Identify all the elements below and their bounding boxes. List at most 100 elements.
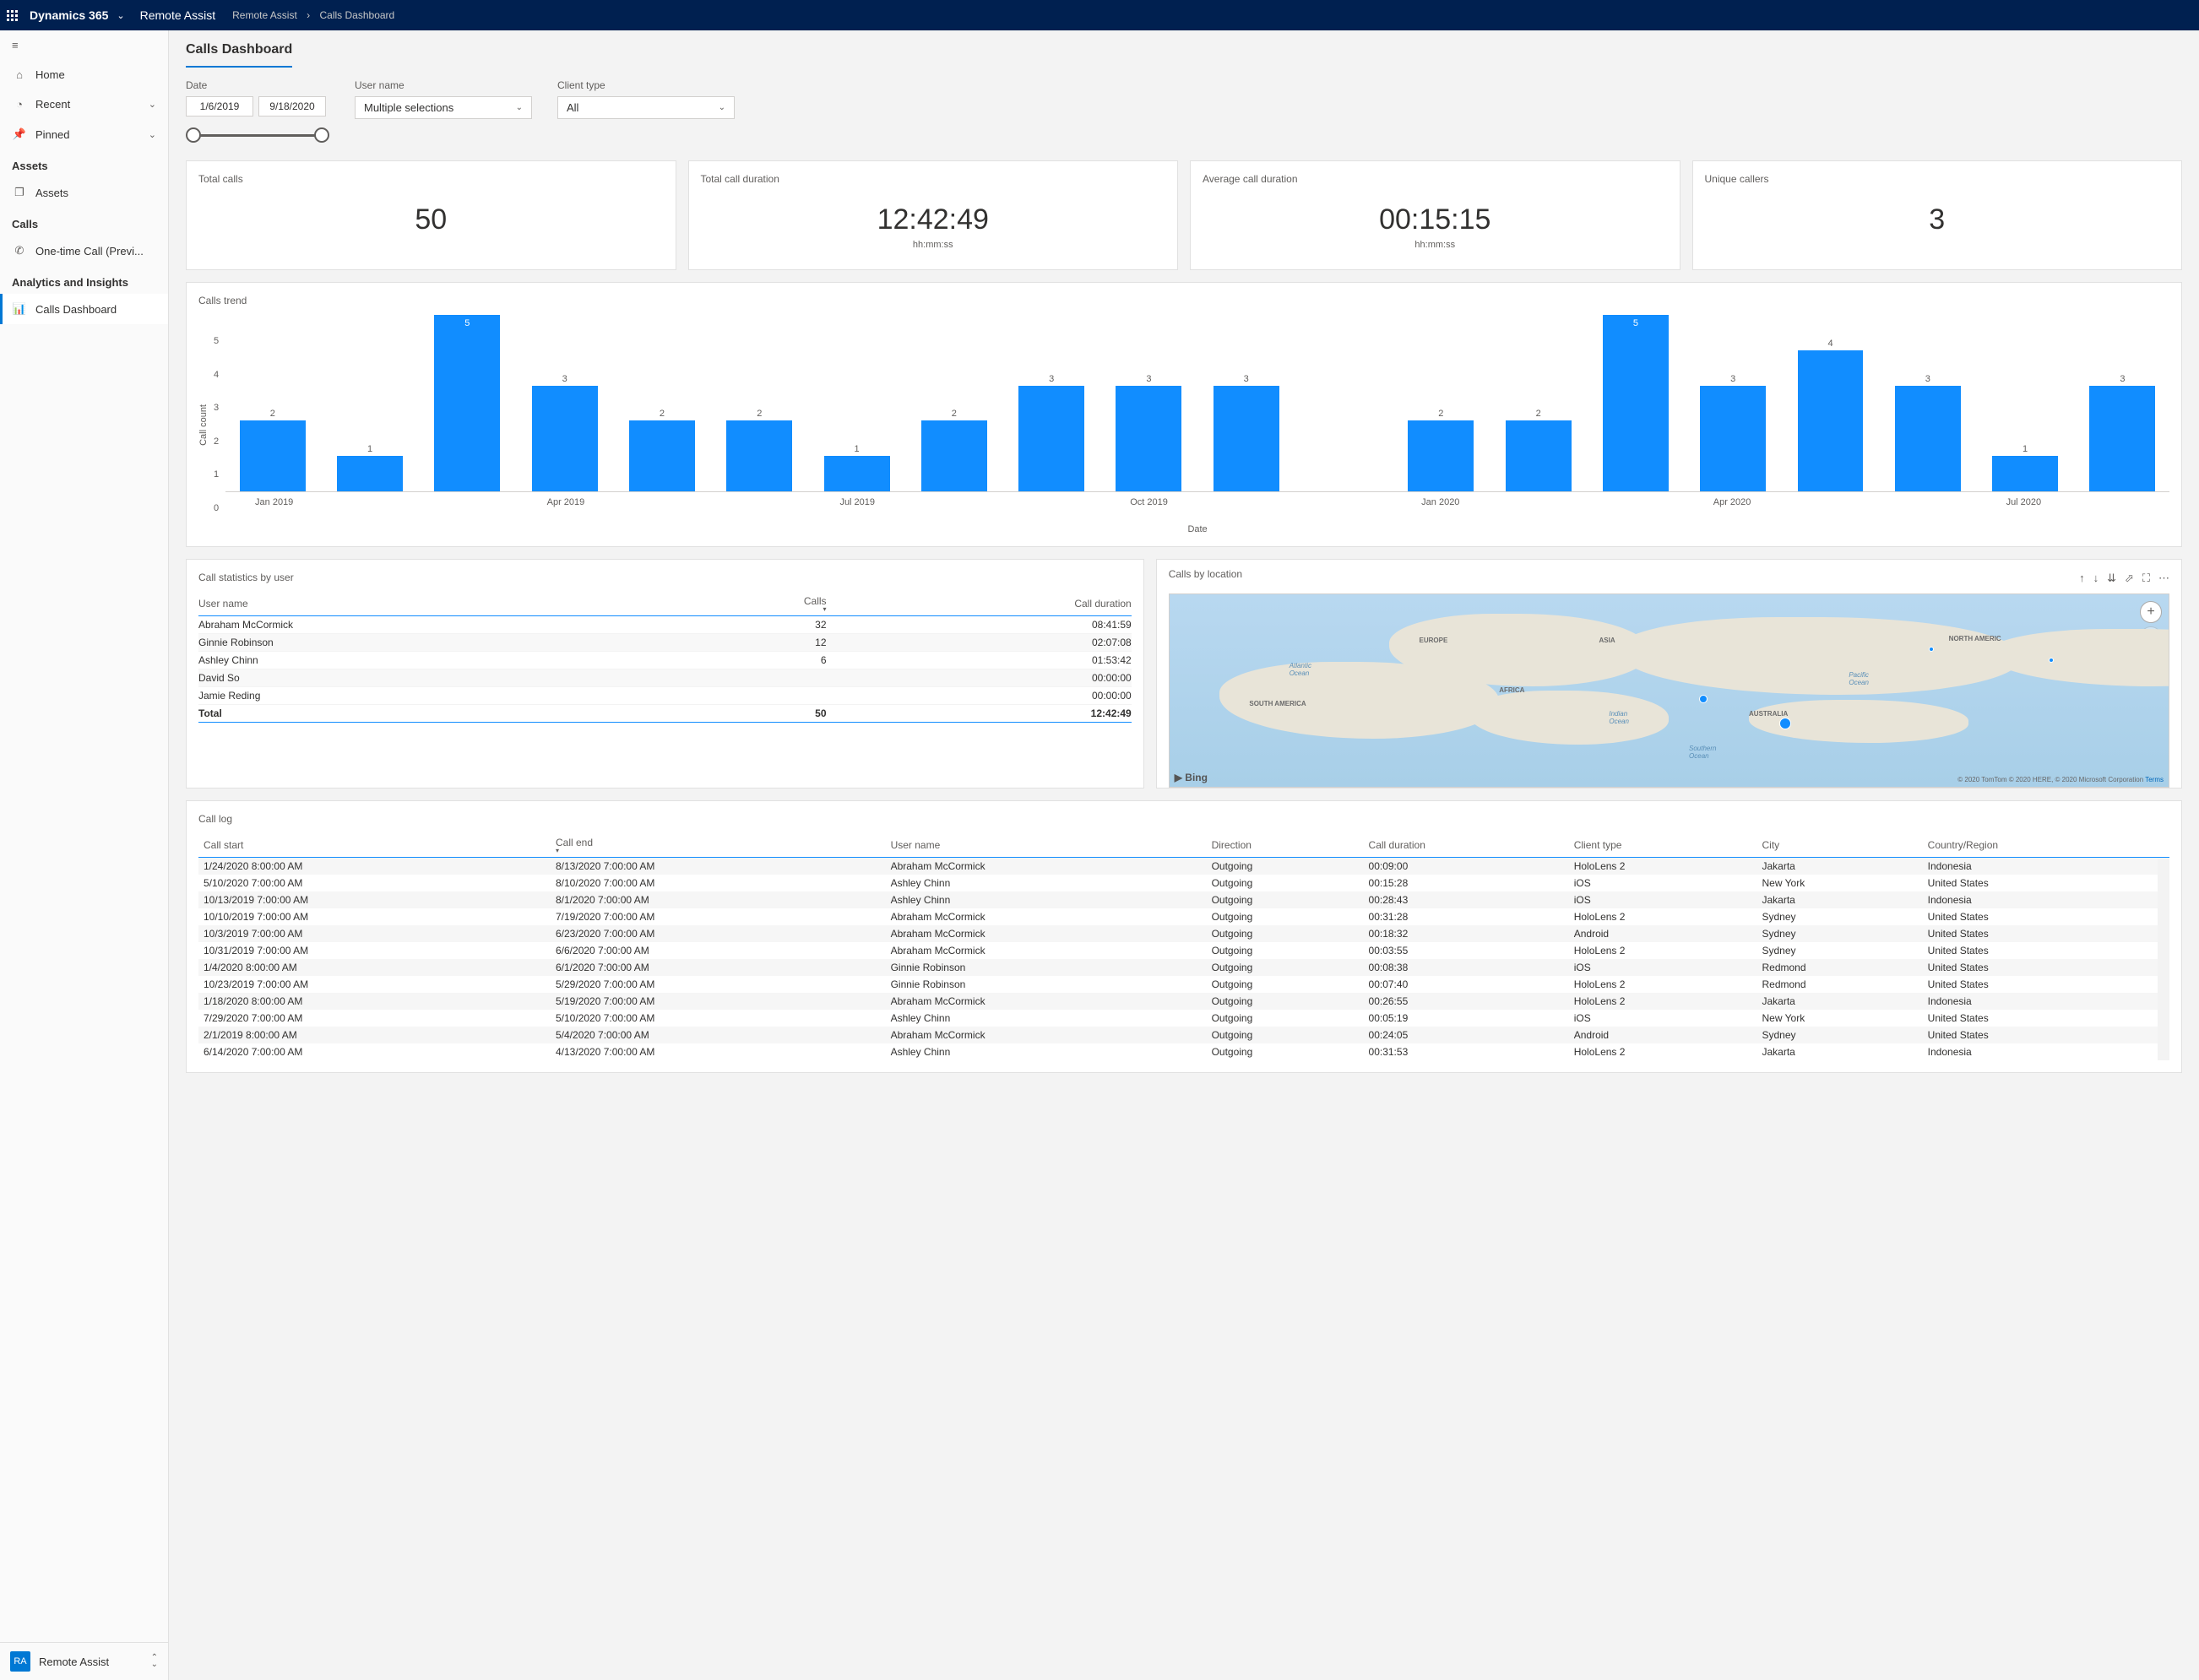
- brand-caret-icon[interactable]: ⌄: [117, 10, 124, 21]
- slider-handle-to[interactable]: [314, 127, 329, 143]
- breadcrumb-sep-icon: ›: [307, 9, 310, 21]
- log-row[interactable]: 10/23/2019 7:00:00 AM5/29/2020 7:00:00 A…: [198, 976, 2169, 993]
- chart-bar[interactable]: 1: [1978, 315, 2071, 491]
- hamburger-icon[interactable]: ≡: [0, 30, 168, 60]
- nav-pinned[interactable]: 📌 Pinned ⌄: [0, 119, 168, 149]
- breadcrumb-page[interactable]: Calls Dashboard: [320, 9, 395, 21]
- map-terms-link[interactable]: Terms: [2145, 776, 2164, 783]
- chevron-down-icon: ⌄: [719, 103, 725, 112]
- stats-table[interactable]: User name Calls▾ Call duration Abraham M…: [198, 592, 1132, 723]
- log-row[interactable]: 7/29/2020 7:00:00 AM5/10/2020 7:00:00 AM…: [198, 1010, 2169, 1027]
- clienttype-filter-label: Client type: [557, 79, 735, 91]
- chart-bar[interactable]: [1296, 315, 1390, 491]
- date-to-input[interactable]: 9/18/2020: [258, 96, 326, 117]
- map-visual[interactable]: + − ▶ Bing © 2020 TomTom © 2020 HERE, © …: [1169, 593, 2169, 788]
- chart-bar[interactable]: 3: [1686, 315, 1780, 491]
- kpi-title: Total calls: [198, 173, 664, 185]
- log-row[interactable]: 10/13/2019 7:00:00 AM8/1/2020 7:00:00 AM…: [198, 891, 2169, 908]
- log-row[interactable]: 10/3/2019 7:00:00 AM6/23/2020 7:00:00 AM…: [198, 925, 2169, 942]
- nav-home[interactable]: ⌂ Home: [0, 60, 168, 89]
- slider-handle-from[interactable]: [186, 127, 201, 143]
- map-toolbar: ↑ ↓ ⇊ ⬀ ⛶ ⋯: [2079, 572, 2169, 585]
- chart-bar[interactable]: 2: [713, 315, 806, 491]
- log-col[interactable]: Direction: [1207, 833, 1364, 858]
- kpi-subtitle: hh:mm:ss: [701, 240, 1166, 250]
- focus-mode-icon[interactable]: ⛶: [2142, 572, 2150, 585]
- chart-bar[interactable]: 5: [421, 315, 514, 491]
- drill-down-icon[interactable]: ↓: [2093, 572, 2099, 585]
- kpi-card[interactable]: Total calls 50: [186, 160, 676, 270]
- stats-row[interactable]: Ashley Chinn601:53:42: [198, 652, 1132, 669]
- chart-bar[interactable]: 1: [323, 315, 416, 491]
- kpi-card[interactable]: Average call duration 00:15:15 hh:mm:ss: [1190, 160, 1680, 270]
- breadcrumb-root[interactable]: Remote Assist: [232, 9, 297, 21]
- brand-label[interactable]: Dynamics 365: [30, 8, 108, 22]
- waffle-icon[interactable]: [7, 10, 18, 21]
- chart-bar[interactable]: 2: [1491, 315, 1585, 491]
- more-icon[interactable]: ⋯: [2158, 572, 2169, 585]
- stats-col-user[interactable]: User name: [198, 592, 706, 616]
- log-row[interactable]: 5/10/2020 7:00:00 AM8/10/2020 7:00:00 AM…: [198, 875, 2169, 891]
- stats-row[interactable]: Abraham McCormick3208:41:59: [198, 616, 1132, 634]
- kpi-card[interactable]: Unique callers 3: [1692, 160, 2183, 270]
- clienttype-dropdown[interactable]: All ⌄: [557, 96, 735, 119]
- log-col[interactable]: Call duration: [1364, 833, 1569, 858]
- chart-bar[interactable]: 2: [225, 315, 319, 491]
- sidebar-app-switcher[interactable]: RA Remote Assist ⌃⌄: [0, 1642, 168, 1680]
- stats-col-calls[interactable]: Calls▾: [706, 592, 827, 616]
- clienttype-value: All: [567, 101, 578, 114]
- app-badge: RA: [10, 1651, 30, 1672]
- kpi-card[interactable]: Total call duration 12:42:49 hh:mm:ss: [688, 160, 1179, 270]
- app-name[interactable]: Remote Assist: [140, 8, 215, 22]
- map-point[interactable]: [1779, 718, 1791, 729]
- log-col[interactable]: Client type: [1569, 833, 1757, 858]
- chart-bar[interactable]: 4: [1784, 315, 1877, 491]
- nav-item[interactable]: ✆ One-time Call (Previ...: [0, 236, 168, 266]
- chart-bar[interactable]: 3: [1199, 315, 1293, 491]
- stats-row[interactable]: Ginnie Robinson1202:07:08: [198, 634, 1132, 652]
- nav-item[interactable]: ❐ Assets: [0, 177, 168, 208]
- chart-bar[interactable]: 5: [1588, 315, 1682, 491]
- username-dropdown[interactable]: Multiple selections ⌄: [355, 96, 532, 119]
- stats-row[interactable]: David So00:00:00: [198, 669, 1132, 687]
- chart-bar[interactable]: 1: [810, 315, 904, 491]
- log-col[interactable]: Country/Region: [1923, 833, 2169, 858]
- chart-bar[interactable]: 3: [2076, 315, 2169, 491]
- nav-item[interactable]: 📊 Calls Dashboard: [0, 294, 168, 324]
- stats-col-duration[interactable]: Call duration: [827, 592, 1132, 616]
- date-slider[interactable]: [186, 127, 329, 144]
- clock-icon: ◔: [12, 98, 27, 111]
- log-row[interactable]: 2/1/2019 8:00:00 AM5/4/2020 7:00:00 AMAb…: [198, 1027, 2169, 1043]
- map-point[interactable]: [1699, 695, 1708, 703]
- chart-bar[interactable]: 3: [1005, 315, 1099, 491]
- map-point[interactable]: [1929, 647, 1934, 652]
- log-row[interactable]: 1/24/2020 8:00:00 AM8/13/2020 7:00:00 AM…: [198, 858, 2169, 875]
- y-axis-label: Call count: [198, 404, 209, 446]
- log-col[interactable]: User name: [886, 833, 1207, 858]
- zoom-in-button[interactable]: +: [2140, 601, 2162, 623]
- log-col[interactable]: Call end▾: [551, 833, 886, 858]
- log-row[interactable]: 6/14/2020 7:00:00 AM4/13/2020 7:00:00 AM…: [198, 1043, 2169, 1060]
- drill-up-icon[interactable]: ↑: [2079, 572, 2085, 585]
- log-row[interactable]: 10/31/2019 7:00:00 AM6/6/2020 7:00:00 AM…: [198, 942, 2169, 959]
- expand-hierarchy-icon[interactable]: ⬀: [2125, 572, 2134, 585]
- log-row[interactable]: 10/10/2019 7:00:00 AM7/19/2020 7:00:00 A…: [198, 908, 2169, 925]
- switcher-chevron-icon: ⌃⌄: [151, 1655, 158, 1668]
- chart-bar[interactable]: 2: [615, 315, 709, 491]
- log-row[interactable]: 1/4/2020 8:00:00 AM6/1/2020 7:00:00 AMGi…: [198, 959, 2169, 976]
- chart-bar[interactable]: 3: [1881, 315, 1974, 491]
- chart-bar[interactable]: 3: [518, 315, 611, 491]
- chart-bar[interactable]: 2: [907, 315, 1001, 491]
- log-table[interactable]: Call startCall end▾User nameDirectionCal…: [198, 833, 2169, 1060]
- stats-row[interactable]: Jamie Reding00:00:00: [198, 687, 1132, 705]
- calls-trend-chart[interactable]: Calls trend Call count 543210 2 1 5 3 2: [186, 282, 2182, 547]
- nav-recent[interactable]: ◔ Recent ⌄: [0, 89, 168, 119]
- log-scrollbar[interactable]: [2158, 859, 2169, 1060]
- drill-all-icon[interactable]: ⇊: [2107, 572, 2116, 585]
- log-col[interactable]: Call start: [198, 833, 551, 858]
- chart-bar[interactable]: 3: [1102, 315, 1196, 491]
- chart-bar[interactable]: 2: [1394, 315, 1488, 491]
- log-row[interactable]: 1/18/2020 8:00:00 AM5/19/2020 7:00:00 AM…: [198, 993, 2169, 1010]
- date-from-input[interactable]: 1/6/2019: [186, 96, 253, 117]
- log-col[interactable]: City: [1757, 833, 1923, 858]
